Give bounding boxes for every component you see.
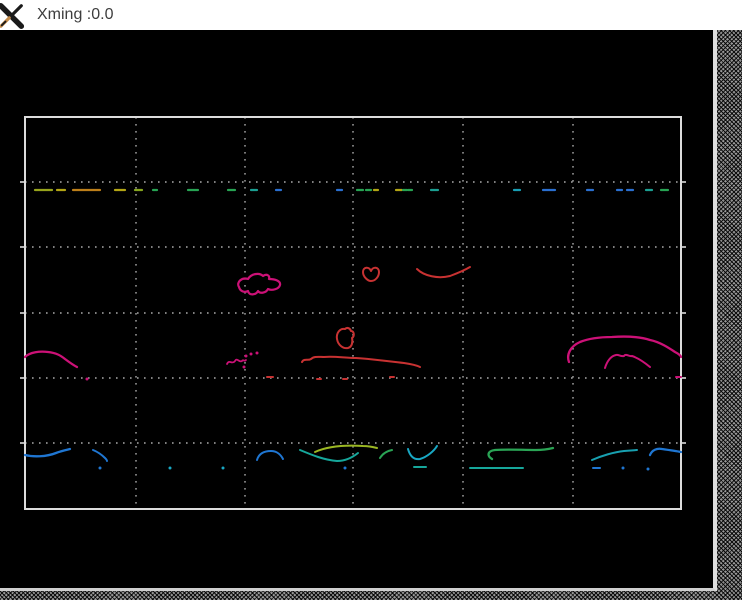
- window-titlebar[interactable]: Xming :0.0: [0, 0, 742, 30]
- xming-logo-icon: [0, 3, 27, 29]
- grads-graphics-window: [0, 30, 717, 591]
- xming-window: Xming :0.0: [0, 0, 742, 600]
- window-title: Xming :0.0: [37, 6, 113, 24]
